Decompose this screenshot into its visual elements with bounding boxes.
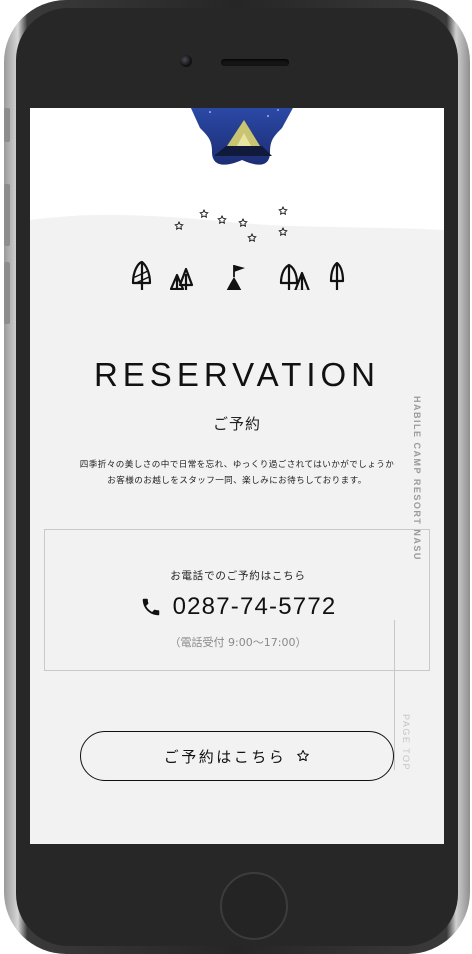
page-top-line <box>394 620 395 770</box>
phone-caption: お電話でのご予約はこちら <box>170 570 306 582</box>
circus-tent-icon <box>226 265 245 290</box>
tree-icon <box>329 261 345 290</box>
description-line: お客様のお越しをスタッフ一同、楽しみにお待ちしております。 <box>107 476 367 486</box>
tree-icon <box>279 263 310 290</box>
volume-up-button <box>4 184 10 246</box>
vertical-brand-text: HABILE CAMP RESORT NASU <box>412 396 422 561</box>
description-line: 四季折々の美しさの中で日常を忘れ、ゆっくり過ごされてはいかがでしょうか <box>79 460 395 470</box>
tree-icon <box>169 267 194 290</box>
mute-switch <box>4 108 10 142</box>
page-top-link[interactable]: PAGE TOP <box>401 714 411 771</box>
home-button[interactable] <box>220 872 288 940</box>
phone-link[interactable]: 0287-74-5772 <box>45 593 431 621</box>
camp-illustration <box>131 205 345 290</box>
phone-reservation-box: お電話でのご予約はこちら 0287-74-5772 （電話受付 9:00〜17:… <box>44 529 430 671</box>
section-title: RESERVATION <box>93 356 381 393</box>
volume-down-button <box>4 262 10 324</box>
phone-number[interactable]: 0287-74-5772 <box>173 593 337 621</box>
tent-under-starry-sky-photo <box>190 108 293 165</box>
phone-hours: （電話受付 9:00〜17:00） <box>169 636 307 649</box>
reservation-button-label: ご予約はこちら <box>163 747 287 766</box>
tree-icon <box>131 260 152 290</box>
star-icon <box>174 205 288 243</box>
section-description: 四季折々の美しさの中で日常を忘れ、ゆっくり過ごされてはいかがでしょうか お客様の… <box>38 457 436 489</box>
star-icon <box>297 749 310 762</box>
screen: RESERVATION ご予約 四季折々の美しさの中で日常を忘れ、ゆっくり過ごさ… <box>30 108 444 844</box>
earpiece-speaker <box>221 59 289 66</box>
reservation-button[interactable]: ご予約はこちら <box>80 731 394 781</box>
phone-icon <box>142 598 159 616</box>
section-subtitle: ご予約 <box>212 415 261 433</box>
front-camera <box>180 55 192 67</box>
